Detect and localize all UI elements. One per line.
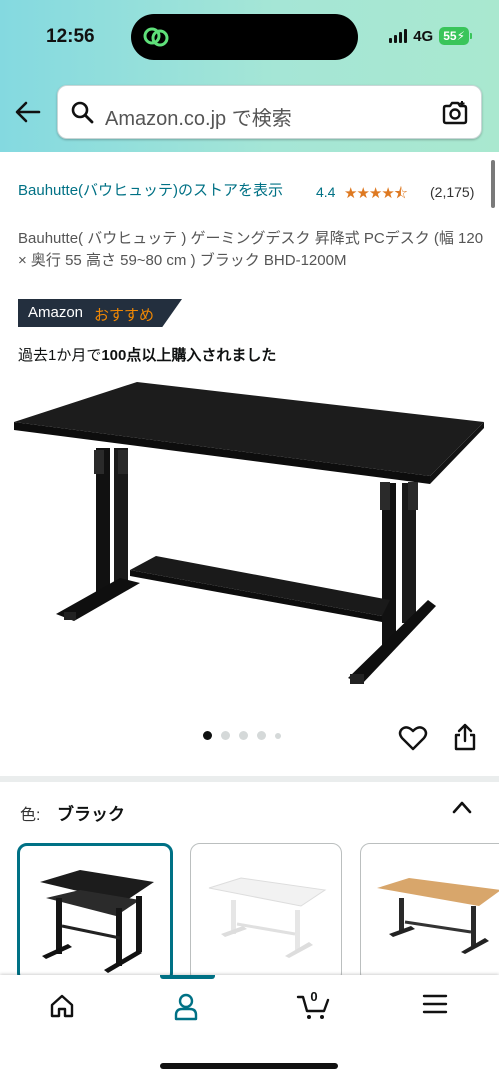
nav-menu[interactable] (390, 975, 480, 1039)
network-type: 4G (413, 27, 434, 45)
scrollbar[interactable] (491, 160, 495, 208)
heart-icon[interactable] (398, 724, 428, 752)
section-divider (0, 776, 499, 782)
badge-brand: Amazon (28, 304, 84, 321)
home-icon (50, 994, 74, 1018)
color-label: 色: (20, 807, 41, 824)
status-time: 12:56 (46, 26, 95, 47)
store-link[interactable]: Bauhutte(バウヒュッテ)のストアを表示 (18, 180, 298, 202)
menu-icon (422, 994, 448, 1014)
amazon-recommended-badge: Amazon おすすめ (18, 299, 182, 327)
nav-cart[interactable]: 0 (268, 975, 358, 1039)
battery-icon: 55⚡ (439, 27, 472, 45)
nav-account[interactable] (141, 975, 231, 1039)
app-header: 12:56 4G 55⚡ Amazon.co.jp で検索 (0, 0, 499, 152)
color-value: ブラック (57, 805, 125, 824)
wood-desk-thumbnail (377, 878, 499, 954)
rating-count[interactable]: (2,175) (430, 184, 474, 200)
color-swatch-black[interactable] (17, 843, 173, 983)
search-icon (71, 101, 94, 124)
carousel-dot[interactable] (239, 731, 248, 740)
product-title: Bauhutte( バウヒュッテ ) ゲーミングデスク 昇降式 PCデスク (幅… (18, 230, 484, 269)
badge-label: おすすめ (94, 307, 155, 324)
link-icon (143, 27, 169, 47)
search-placeholder: Amazon.co.jp で検索 (105, 108, 292, 130)
purchase-prefix: 過去1か月で (18, 347, 102, 364)
signal-icon (389, 29, 408, 43)
purchase-count: 過去1か月で100点以上購入されました (18, 344, 276, 365)
cart-count: 0 (310, 989, 318, 1004)
color-swatch-white[interactable] (190, 843, 342, 983)
rating-value[interactable]: 4.4 (316, 184, 335, 200)
nav-home[interactable] (17, 975, 107, 1039)
carousel-dot[interactable] (221, 731, 230, 740)
search-input[interactable]: Amazon.co.jp で検索 (57, 85, 482, 139)
carousel-dot[interactable] (257, 731, 266, 740)
chevron-up-icon[interactable] (451, 799, 473, 815)
home-indicator[interactable] (160, 1063, 338, 1069)
dynamic-island (131, 14, 358, 60)
nav-active-indicator (160, 975, 215, 979)
white-desk-thumbnail (208, 877, 327, 958)
camera-icon[interactable] (441, 100, 469, 126)
status-indicators: 4G 55⚡ (389, 27, 472, 45)
account-icon (174, 993, 198, 1021)
carousel-dot[interactable] (203, 731, 212, 740)
battery-level: 55 (443, 29, 457, 43)
product-image[interactable] (10, 378, 490, 690)
share-icon[interactable] (452, 722, 478, 752)
color-swatch-wood[interactable] (360, 843, 499, 983)
back-arrow-icon[interactable] (14, 98, 42, 126)
star-rating[interactable]: ★★★★⯪ (344, 183, 408, 208)
black-desk-thumbnail (40, 870, 154, 973)
purchase-count-bold: 100点以上購入されました (101, 347, 277, 364)
image-carousel-dots[interactable] (203, 731, 281, 740)
carousel-dot[interactable] (275, 732, 281, 739)
